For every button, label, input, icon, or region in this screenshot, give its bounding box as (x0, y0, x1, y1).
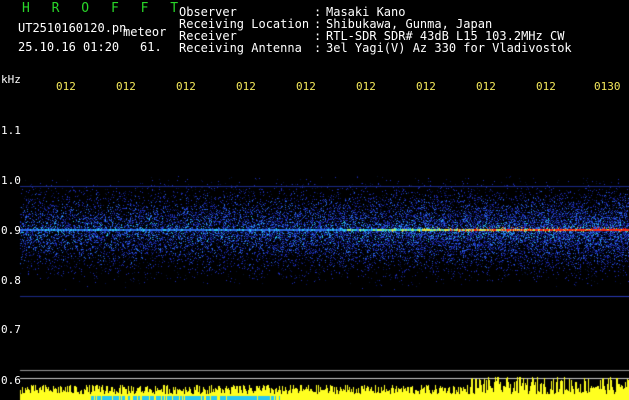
time-tick: 012 (116, 80, 136, 93)
y-tick: 0.9 (1, 224, 21, 237)
antenna-sep: : (314, 41, 322, 55)
date-time: 25.10.16 01:20 (18, 40, 120, 54)
y-tick: 0.6 (1, 374, 21, 387)
file-name: UT2510160120.pn (18, 21, 127, 35)
time-tick: 012 (236, 80, 256, 93)
mode-label: meteor (123, 25, 167, 39)
time-tick: 012 (56, 80, 76, 93)
y-tick: 0.7 (1, 323, 21, 336)
app-title: H R O F F T (22, 1, 186, 16)
time-tick: 012 (356, 80, 376, 93)
y-tick: 0.8 (1, 274, 21, 287)
y-unit-label: kHz (1, 73, 21, 86)
time-tick: 012 (176, 80, 196, 93)
time-tick: 012 (296, 80, 316, 93)
spectrogram (0, 0, 629, 400)
y-tick: 1.1 (1, 124, 21, 137)
y-tick: 1.0 (1, 174, 21, 187)
status-value: 61. (140, 40, 162, 54)
time-tick: 012 (476, 80, 496, 93)
antenna-value: 3el Yagi(V) Az 330 for Vladivostok (326, 41, 572, 55)
antenna-label: Receiving Antenna (179, 41, 302, 55)
time-tick: 012 (416, 80, 436, 93)
time-tick: 0130 (594, 80, 621, 93)
time-tick: 012 (536, 80, 556, 93)
